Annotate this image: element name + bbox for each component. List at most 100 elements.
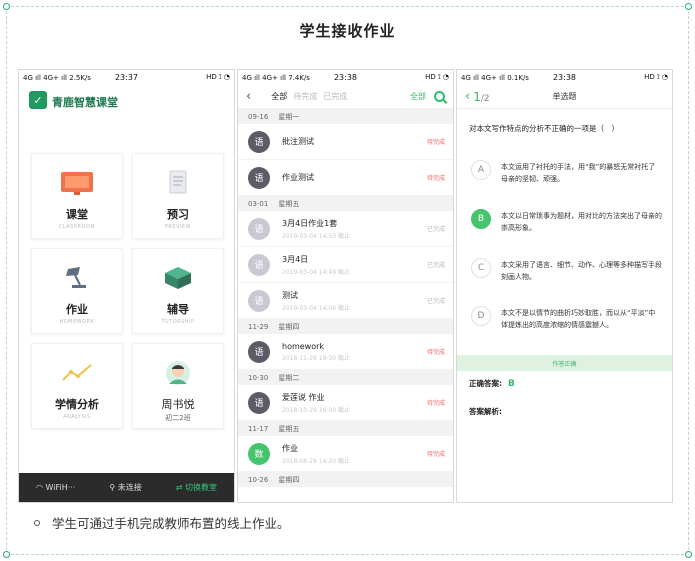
homework-item[interactable]: 语 爱莲说 作业 2018-10-29 16:00 截止 待完成 — [238, 385, 453, 421]
box-icon — [165, 267, 191, 289]
filter-dropdown[interactable]: 全部 — [410, 91, 426, 102]
option-d[interactable]: D 本文不是以情节的曲折巧妙取胜，而以从“平淡”中体提炼出的高度浓缩的情感震撼人… — [457, 306, 672, 331]
caption: 学生可通过手机完成教师布置的线上作业。 — [34, 513, 290, 532]
section-weekday: 星期四 — [278, 322, 300, 331]
homework-item[interactable]: 语 3月4日 2019-03-04 14:49 截止 已完成 — [238, 247, 453, 283]
section-date: 11-29 — [248, 322, 269, 331]
connect-label: 未连接 — [117, 483, 142, 492]
tile-homework[interactable]: 作业 HOMEWORK — [31, 248, 123, 334]
section-date: 10-26 — [248, 475, 269, 484]
option-c[interactable]: C 本文采用了语言、细节、动作、心理等多种描写手段刻画人物。 — [457, 258, 672, 283]
answer-label: 正确答案: — [469, 379, 502, 388]
homework-deadline: 2018-11-29 19:30 截止 — [282, 354, 350, 362]
option-a[interactable]: A 本文运用了衬托的手法，用“我”的暴怒无常衬托了母亲的坚韧、顽强。 — [457, 160, 672, 185]
option-letter: A — [471, 160, 491, 180]
homework-item[interactable]: 语 作业测试 待完成 — [238, 160, 453, 196]
homework-text: 3月4日作业1套 2019-03-04 14:53 截止 — [282, 218, 427, 240]
option-text: 本文不是以情节的曲折巧妙取胜，而以从“平淡”中体提炼出的高度浓缩的情感震撼人。 — [501, 309, 656, 329]
section-date: 03-01 — [248, 199, 269, 208]
answer-value: B — [508, 379, 515, 389]
option-text: 本文运用了衬托的手法，用“我”的暴怒无常衬托了母亲的坚韧、顽强。 — [501, 163, 656, 183]
caption-text: 学生可通过手机完成教师布置的线上作业。 — [52, 516, 290, 531]
homework-name: 作业测试 — [282, 173, 314, 182]
subject-avatar: 语 — [248, 130, 270, 153]
homework-status: 待完成 — [426, 349, 445, 356]
homework-name: 3月4日作业1套 — [282, 218, 338, 228]
homework-item[interactable]: 语 批注测试 待完成 — [238, 124, 453, 160]
homework-deadline: 2018-10-29 16:00 截止 — [282, 406, 350, 414]
trend-chart-icon — [62, 364, 92, 381]
subject-avatar: 语 — [248, 391, 270, 414]
homework-status: 待完成 — [426, 451, 445, 458]
status-signal: 4G ıll 4G+ ıll 2.5K/s — [23, 73, 91, 82]
tile-en-label: ANALYSIS — [63, 414, 91, 420]
list-nav-bar: ‹ 全部 待完成 已完成 全部 — [238, 85, 453, 109]
tile-profile[interactable]: 周书悦 初二2班 — [132, 343, 224, 429]
date-section-header: 11-17 星期五 — [238, 421, 453, 436]
tile-tutorship[interactable]: 辅导 TUTORSHIP — [132, 248, 224, 334]
frame-corner-dot — [3, 3, 10, 10]
homework-item[interactable]: 语 3月4日作业1套 2019-03-04 14:53 截止 已完成 — [238, 211, 453, 247]
option-letter: B — [471, 209, 491, 229]
tab-pending[interactable]: 待完成 — [293, 91, 317, 102]
homework-text: 批注测试 — [282, 136, 427, 147]
subject-avatar: 语 — [248, 289, 270, 312]
homework-name: 3月4日 — [282, 254, 309, 264]
desk-lamp-icon — [66, 267, 86, 288]
tile-label: 课堂 — [66, 208, 88, 221]
option-text: 本文采用了语言、细节、动作、心理等多种描写手段刻画人物。 — [501, 261, 662, 281]
switch-classroom-button[interactable]: ⇄ 切换教室 — [176, 482, 217, 493]
tile-classroom[interactable]: 课堂 CLASSROOM — [31, 153, 123, 239]
connect-status[interactable]: ⚲ 未连接 — [109, 482, 141, 493]
date-section-header: 11-29 星期四 — [238, 319, 453, 334]
status-signal: 4G ıll 4G+ ıll 7.4K/s — [242, 73, 310, 82]
homework-name: 爱莲说 作业 — [282, 392, 325, 402]
tile-en-label: HOMEWORK — [59, 319, 95, 325]
wifi-status[interactable]: ◠ WiFiH··· — [36, 483, 75, 492]
answer-explanation-label: 答案解析: — [469, 407, 502, 416]
section-weekday: 星期一 — [278, 112, 300, 121]
homework-status: 已完成 — [426, 226, 445, 233]
homework-item[interactable]: 语 测试 2019-03-04 14:06 截止 已完成 — [238, 283, 453, 319]
homework-text: homework 2018-11-29 19:30 截止 — [282, 342, 427, 362]
homework-status: 已完成 — [426, 298, 445, 305]
homework-name: 测试 — [282, 290, 298, 300]
tab-all[interactable]: 全部 — [271, 91, 287, 102]
search-icon[interactable] — [434, 91, 445, 102]
status-bar: 4G ıll 4G+ ıll 2.5K/s 23:37 HD ⟟ ◔ — [19, 70, 234, 85]
status-battery: HD ⟟ ◔ — [206, 73, 230, 81]
app-logo-icon: ✓ — [29, 91, 47, 109]
section-date: 09-16 — [248, 112, 269, 121]
homework-status: 待完成 — [426, 139, 445, 146]
section-weekday: 星期五 — [278, 424, 300, 433]
date-section-header: 09-16 星期一 — [238, 109, 453, 124]
homework-text: 爱莲说 作业 2018-10-29 16:00 截止 — [282, 392, 427, 414]
section-weekday: 星期五 — [278, 199, 300, 208]
correct-answer: 正确答案: B — [469, 378, 515, 389]
date-section-header: 03-01 星期五 — [238, 196, 453, 211]
homework-deadline: 2018-08-28 14:20 截止 — [282, 457, 350, 465]
tile-preview[interactable]: 预习 PREVIEW — [132, 153, 224, 239]
phone-question-view: 4G ıll 4G+ ıll 0.1K/s 23:38 HD ⟟ ◔ ‹ 1/2… — [456, 69, 673, 503]
preview-document-icon — [169, 170, 187, 194]
subject-avatar: 语 — [248, 253, 270, 276]
tile-label: 作业 — [66, 303, 88, 316]
frame-corner-dot — [3, 551, 10, 558]
phone-homework-list: 4G ıll 4G+ ıll 7.4K/s 23:38 HD ⟟ ◔ ‹ 全部 … — [237, 69, 454, 503]
app-header: ✓ 青鹿智慧课堂 — [19, 85, 234, 115]
tile-label: 周书悦 — [161, 398, 195, 411]
homework-item[interactable]: 语 homework 2018-11-29 19:30 截止 待完成 — [238, 334, 453, 370]
homework-item[interactable]: 数 作业 2018-08-28 14:20 截止 待完成 — [238, 436, 453, 472]
homework-deadline: 2019-03-04 14:53 截止 — [282, 232, 350, 240]
status-bar: 4G ıll 4G+ ıll 0.1K/s 23:38 HD ⟟ ◔ — [457, 70, 672, 85]
tile-analysis[interactable]: 学情分析 ANALYSIS — [31, 343, 123, 429]
homework-name: 作业 — [282, 443, 298, 453]
homework-status: 待完成 — [426, 400, 445, 407]
option-text: 本文以日常琐事为题材，用对比的方法突出了母亲的崇高形象。 — [501, 212, 662, 232]
back-arrow-icon[interactable]: ‹ — [246, 89, 251, 104]
tile-class-label: 初二2班 — [165, 414, 191, 422]
tab-completed[interactable]: 已完成 — [323, 91, 347, 102]
homework-name: 批注测试 — [282, 137, 314, 146]
option-b[interactable]: B 本文以日常琐事为题材，用对比的方法突出了母亲的崇高形象。 — [457, 209, 672, 234]
bullet-icon — [34, 519, 40, 526]
